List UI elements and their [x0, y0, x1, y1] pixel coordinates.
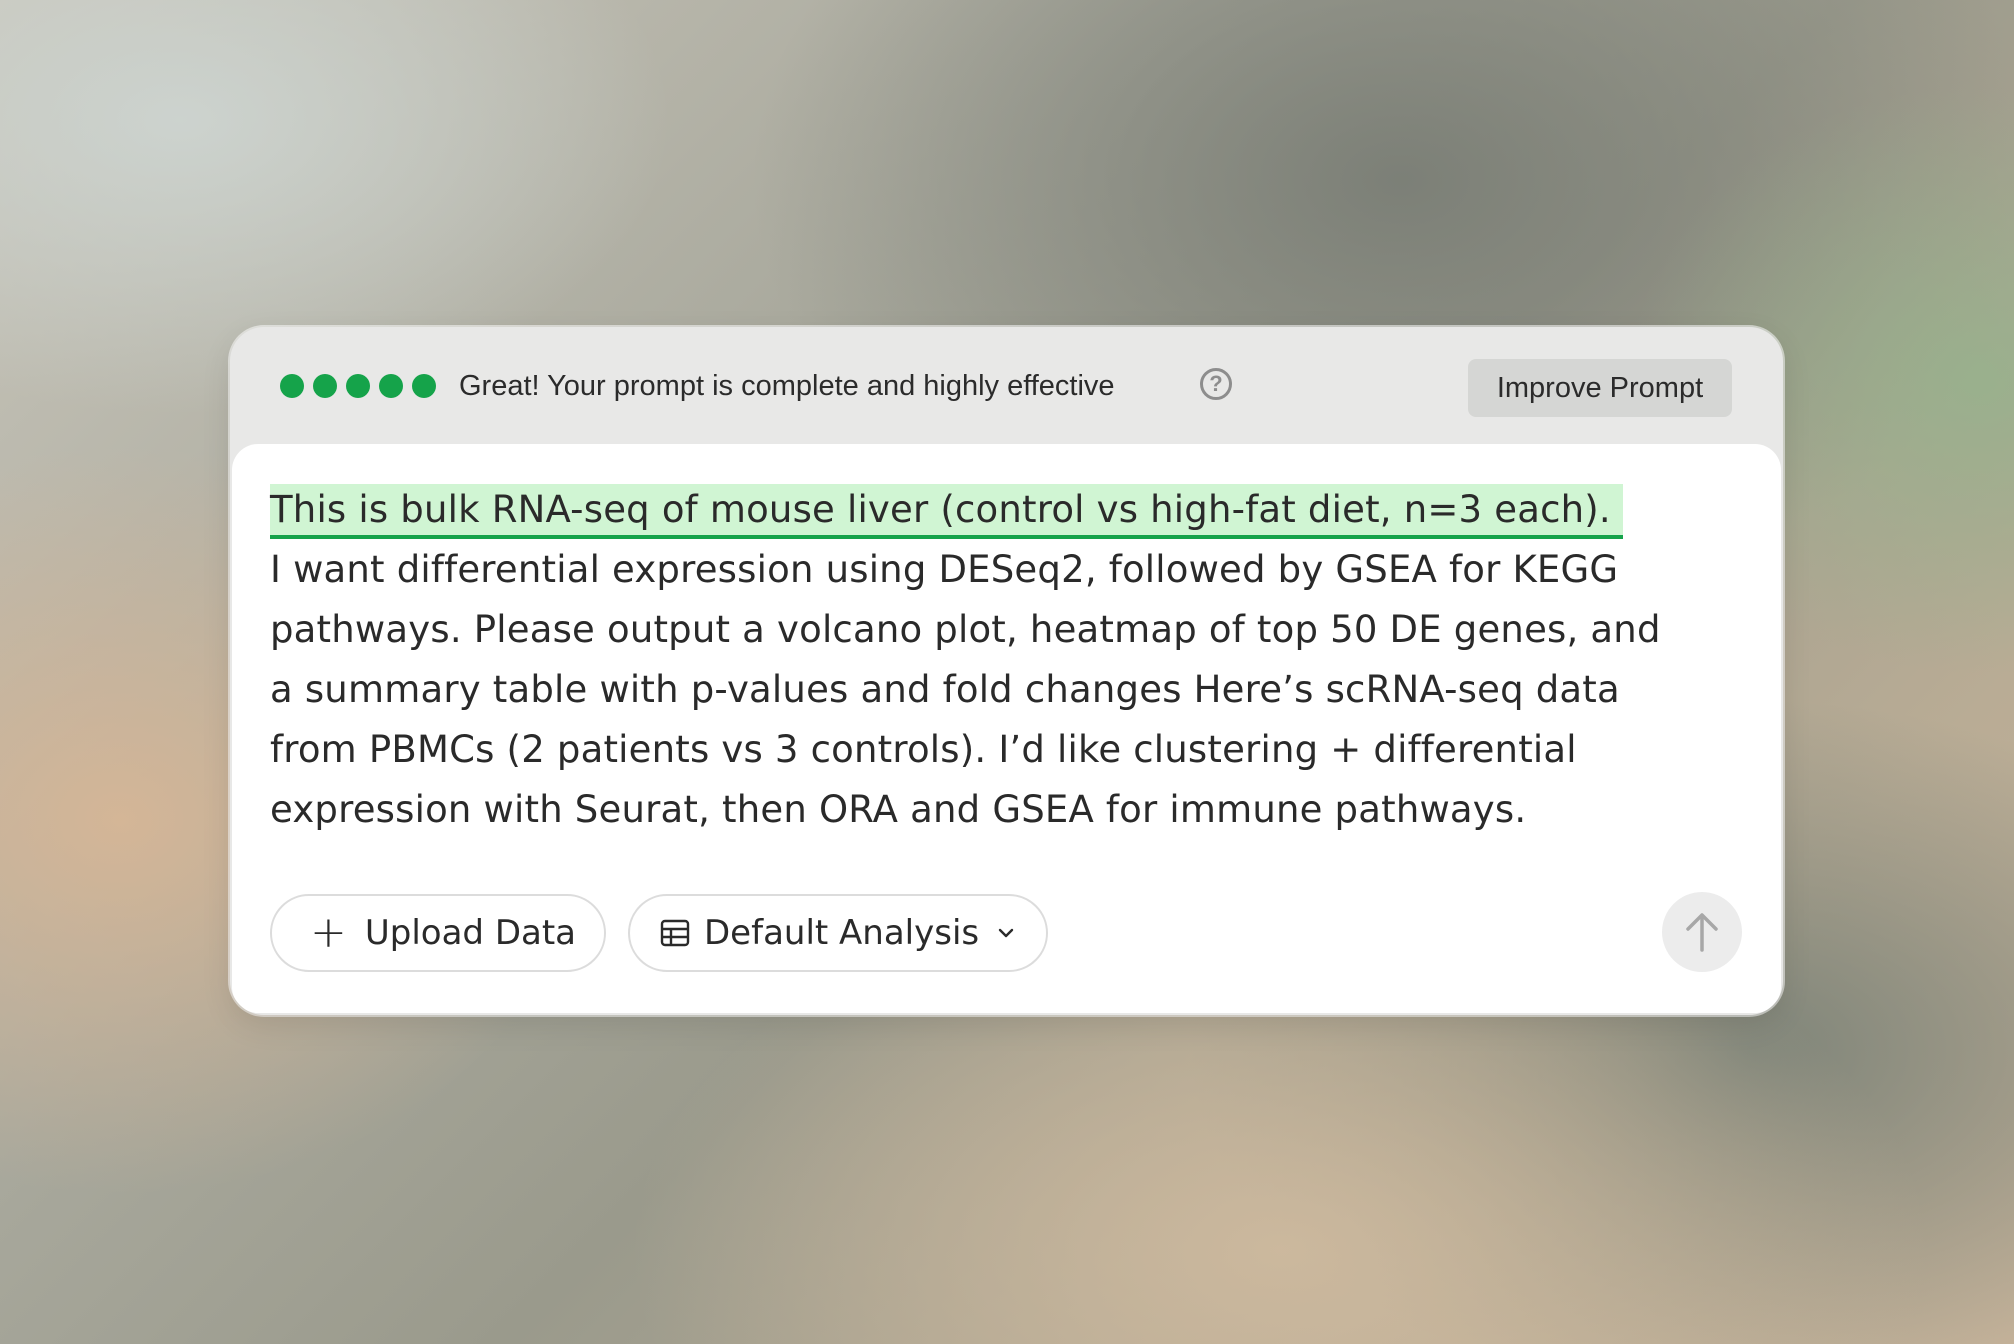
rating-dot: [280, 374, 304, 398]
prompt-line: expression with Seurat, then ORA and GSE…: [270, 788, 1527, 831]
prompt-line: pathways. Please output a volcano plot, …: [270, 608, 1661, 651]
arrow-up-icon: [1686, 913, 1718, 952]
prompt-input-panel[interactable]: This is bulk RNA-seq of mouse liver (con…: [232, 444, 1781, 1013]
send-button[interactable]: [1662, 892, 1742, 972]
rating-dot: [412, 374, 436, 398]
rating-dot: [346, 374, 370, 398]
prompt-text[interactable]: This is bulk RNA-seq of mouse liver (con…: [270, 480, 1750, 840]
improve-prompt-button[interactable]: Improve Prompt: [1468, 359, 1732, 417]
prompt-card: Great! Your prompt is complete and highl…: [230, 327, 1783, 1015]
prompt-line: from PBMCs (2 patients vs 3 controls). I…: [270, 728, 1577, 771]
quality-status-text: Great! Your prompt is complete and highl…: [459, 370, 1115, 402]
prompt-quality-header: Great! Your prompt is complete and highl…: [230, 327, 1783, 444]
prompt-line: I want differential expression using DES…: [270, 548, 1619, 591]
rating-dot: [379, 374, 403, 398]
prompt-line: a summary table with p-values and fold c…: [270, 668, 1620, 711]
chevron-down-icon: [998, 928, 1014, 938]
plus-icon: +: [310, 907, 347, 958]
table-icon: [660, 919, 690, 947]
analysis-mode-label: Default Analysis: [704, 913, 980, 953]
highlighted-sentence: This is bulk RNA-seq of mouse liver (con…: [270, 484, 1623, 539]
rating-dots: [280, 374, 436, 398]
upload-data-label: Upload Data: [364, 913, 576, 953]
upload-data-button[interactable]: + Upload Data: [270, 894, 606, 972]
analysis-mode-dropdown[interactable]: Default Analysis: [628, 894, 1048, 972]
help-icon[interactable]: ?: [1200, 368, 1232, 400]
rating-dot: [313, 374, 337, 398]
